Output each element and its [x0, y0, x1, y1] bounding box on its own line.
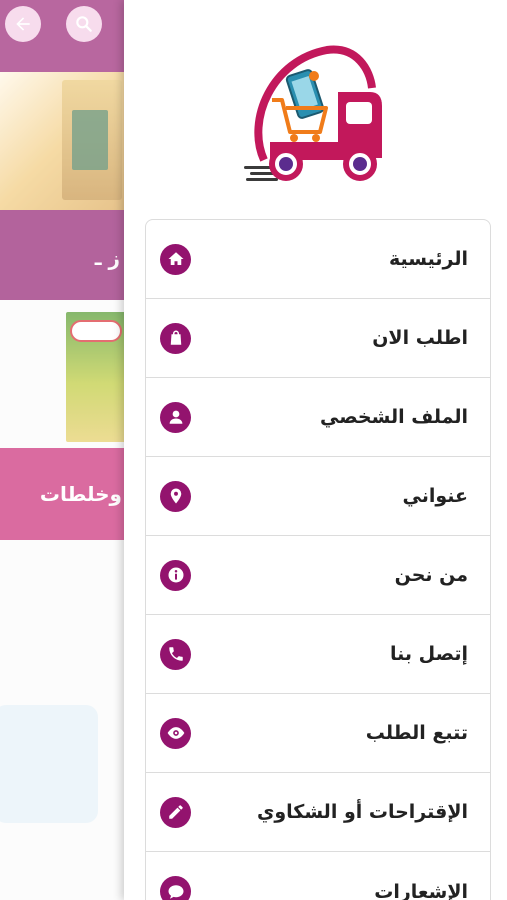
menu-item-label: من نحن [394, 564, 468, 586]
chat-bubble-icon [160, 876, 191, 900]
shopping-bag-icon [160, 322, 191, 354]
menu-item-profile[interactable]: الملف الشخصي [146, 378, 490, 457]
menu-item-my-address[interactable]: عنواني [146, 457, 490, 536]
menu-item-label: اطلب الان [372, 327, 468, 349]
menu-item-label: الإشعارات [374, 880, 468, 900]
menu-item-order-now[interactable]: اطلب الان [146, 299, 490, 378]
menu-item-notifications[interactable]: الإشعارات [146, 852, 490, 900]
info-icon [160, 559, 191, 591]
user-icon [160, 401, 191, 433]
home-icon [160, 243, 191, 275]
menu-item-label: الملف الشخصي [319, 406, 468, 428]
phone-icon [160, 638, 191, 670]
menu-item-contact-us[interactable]: إتصل بنا [146, 615, 490, 694]
menu-item-about-us[interactable]: من نحن [146, 536, 490, 615]
eye-icon [160, 717, 191, 749]
pencil-icon [160, 796, 191, 828]
navigation-drawer: الرئيسية اطلب الان الملف الشخصي عنواني م… [124, 0, 507, 900]
menu-item-label: الرئيسية [389, 248, 468, 270]
drawer-menu: الرئيسية اطلب الان الملف الشخصي عنواني م… [145, 219, 491, 900]
location-pin-icon [160, 480, 191, 512]
menu-item-track-order[interactable]: تتبع الطلب [146, 694, 490, 773]
menu-item-suggestions-complaints[interactable]: الإقتراحات أو الشكاوي [146, 773, 490, 852]
menu-item-label: إتصل بنا [390, 643, 468, 665]
menu-item-label: عنواني [402, 485, 468, 507]
menu-item-label: تتبع الطلب [365, 722, 468, 744]
menu-item-label: الإقتراحات أو الشكاوي [256, 801, 468, 823]
delivery-truck-logo [244, 45, 382, 181]
menu-item-home[interactable]: الرئيسية [146, 220, 490, 299]
